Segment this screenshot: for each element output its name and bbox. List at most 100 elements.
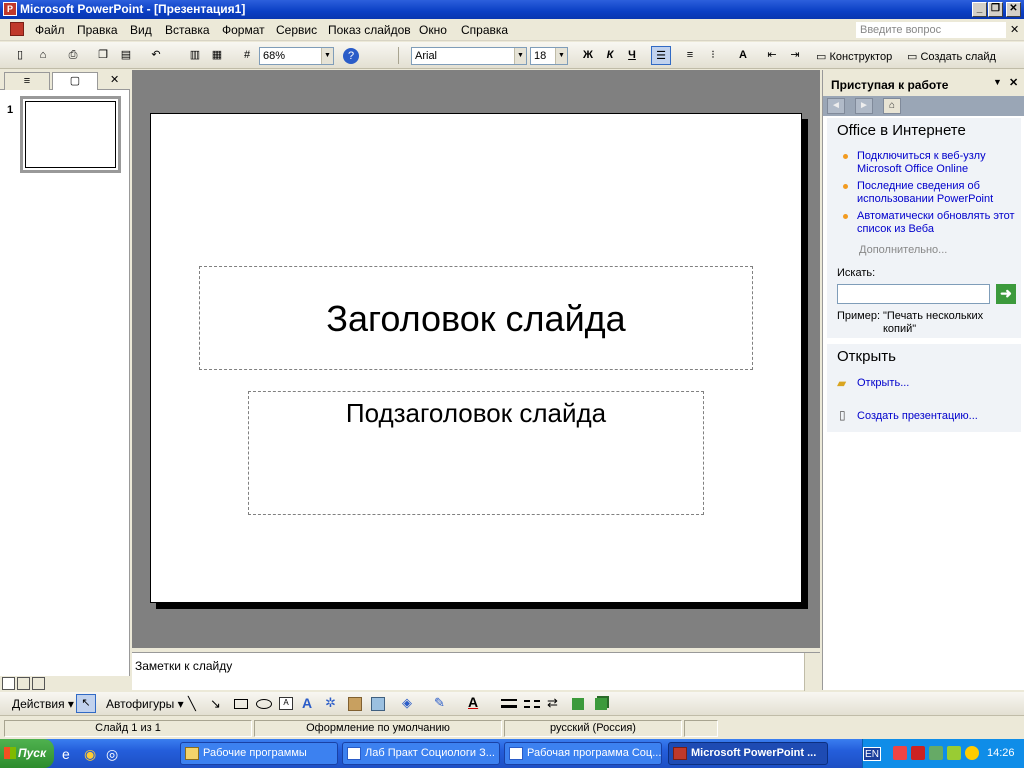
new-slide-button[interactable]: ▭ Создать слайд xyxy=(907,50,996,63)
insert-chart-icon[interactable]: ▥ xyxy=(185,46,205,65)
underline-button[interactable]: Ч xyxy=(622,46,642,65)
menu-tools[interactable]: Сервис xyxy=(276,23,317,37)
font-select[interactable]: Arial ▼ xyxy=(411,47,527,65)
diagram-icon[interactable]: ✲ xyxy=(325,695,336,711)
actions-menu[interactable]: Действия ▾ xyxy=(12,697,74,711)
new-icon[interactable]: ▯ xyxy=(10,46,30,65)
menu-help[interactable]: Справка xyxy=(461,23,508,37)
wordart-icon[interactable]: A xyxy=(302,695,312,711)
language-indicator[interactable]: EN xyxy=(863,747,881,761)
numbered-list-icon[interactable]: ≡ xyxy=(680,46,700,65)
task-word-1[interactable]: Лаб Практ Социологи З... xyxy=(342,742,500,765)
paste-icon[interactable]: ▤ xyxy=(116,46,136,65)
oval-icon[interactable] xyxy=(256,699,272,709)
home-icon[interactable]: ⌂ xyxy=(883,98,901,114)
tab-outline[interactable]: ≡ xyxy=(4,72,50,90)
line-color-icon[interactable]: ✎ xyxy=(434,695,445,711)
fill-color-icon[interactable]: ◈ xyxy=(402,695,412,711)
notes-pane[interactable]: Заметки к слайду xyxy=(132,652,820,691)
close-icon[interactable]: ✕ xyxy=(1009,76,1018,89)
bulleted-list-icon[interactable]: ⁝ xyxy=(703,46,723,65)
ie-icon[interactable]: e xyxy=(62,746,70,762)
textbox-icon[interactable]: A xyxy=(279,697,293,710)
back-icon[interactable]: ◄ xyxy=(827,98,845,114)
create-presentation-link[interactable]: Создать презентацию... xyxy=(857,410,1017,423)
insert-table-icon[interactable]: ▦ xyxy=(207,46,227,65)
increase-indent-icon[interactable]: ⇥ xyxy=(785,46,805,65)
menu-insert[interactable]: Вставка xyxy=(165,23,210,37)
pane-close-icon[interactable]: ✕ xyxy=(110,73,119,86)
menu-window[interactable]: Окно xyxy=(419,23,447,37)
chevron-down-icon[interactable]: ▼ xyxy=(993,77,1002,87)
close-button[interactable]: ✕ xyxy=(1006,2,1021,17)
subtitle-placeholder[interactable]: Подзаголовок слайда xyxy=(248,391,704,515)
start-button[interactable]: Пуск xyxy=(0,739,54,768)
link-powerpoint-news[interactable]: Последние сведения об использовании Powe… xyxy=(857,180,1017,206)
undo-icon[interactable]: ↶ xyxy=(146,46,166,65)
menu-edit[interactable]: Правка xyxy=(77,23,118,37)
increase-font-icon[interactable]: A xyxy=(733,46,753,65)
open-link[interactable]: Открыть... xyxy=(857,377,1017,390)
tray-utility-icon[interactable] xyxy=(947,746,961,760)
menu-view[interactable]: Вид xyxy=(130,23,152,37)
tab-slides[interactable]: ▢ xyxy=(52,72,98,90)
decrease-indent-icon[interactable]: ⇤ xyxy=(762,46,782,65)
chevron-down-icon[interactable]: ▼ xyxy=(514,48,526,64)
restore-button[interactable]: ❐ xyxy=(988,2,1003,17)
document-close-icon[interactable]: ✕ xyxy=(1010,23,1019,36)
help-search-input[interactable]: Введите вопрос xyxy=(856,22,1006,38)
open-icon[interactable]: ⌂ xyxy=(33,46,53,65)
antivirus-icon[interactable] xyxy=(911,746,925,760)
zoom-select[interactable]: 68% ▼ xyxy=(259,47,334,65)
title-placeholder[interactable]: Заголовок слайда xyxy=(199,266,753,370)
line-icon[interactable]: ╲ xyxy=(188,696,196,712)
autoshapes-menu[interactable]: Автофигуры ▾ xyxy=(106,697,184,711)
line-style-icon[interactable] xyxy=(501,699,517,708)
menu-file[interactable]: Файл xyxy=(35,23,65,37)
quicklaunch-icon[interactable]: ◎ xyxy=(106,746,118,763)
align-left-icon[interactable]: ☰ xyxy=(651,46,671,65)
menu-slideshow[interactable]: Показ слайдов xyxy=(328,23,411,37)
tray-network-icon[interactable] xyxy=(929,746,943,760)
link-auto-update[interactable]: Автоматически обновлять этот список из В… xyxy=(857,210,1017,236)
slideshow-view-icon[interactable] xyxy=(32,677,45,690)
notes-scrollbar[interactable] xyxy=(804,653,820,691)
font-color-icon[interactable]: A xyxy=(468,694,478,710)
powerpoint-app-icon[interactable]: P xyxy=(3,2,17,16)
print-icon[interactable]: ⎙ xyxy=(63,46,83,65)
minimize-button[interactable]: _ xyxy=(972,2,987,17)
arrow-icon[interactable]: ↘ xyxy=(210,696,221,712)
clipart-icon[interactable] xyxy=(348,697,362,711)
chevron-down-icon[interactable]: ▼ xyxy=(555,48,567,64)
search-go-icon[interactable]: ➜ xyxy=(996,284,1016,304)
insert-picture-icon[interactable] xyxy=(371,697,385,711)
shadow-style-icon[interactable] xyxy=(572,698,584,710)
tray-app-icon[interactable] xyxy=(893,746,907,760)
forward-icon[interactable]: ► xyxy=(855,98,873,114)
arrow-style-icon[interactable]: ⇄ xyxy=(547,695,558,711)
normal-view-icon[interactable] xyxy=(2,677,15,690)
slide-canvas[interactable]: Заголовок слайда Подзаголовок слайда xyxy=(150,113,802,603)
italic-button[interactable]: К xyxy=(600,46,620,65)
designer-button[interactable]: ▭ Конструктор xyxy=(816,50,892,63)
task-powerpoint[interactable]: Microsoft PowerPoint ... xyxy=(668,742,828,765)
tray-volume-icon[interactable] xyxy=(965,746,979,760)
grid-icon[interactable]: # xyxy=(237,46,257,65)
3d-style-icon[interactable] xyxy=(595,698,607,710)
chevron-down-icon[interactable]: ▼ xyxy=(321,48,333,64)
rectangle-icon[interactable] xyxy=(234,699,248,709)
bold-button[interactable]: Ж xyxy=(578,46,598,65)
font-size-select[interactable]: 18 ▼ xyxy=(530,47,568,65)
browser-icon[interactable]: ◉ xyxy=(84,746,96,763)
select-pointer-icon[interactable]: ↖ xyxy=(76,694,96,713)
task-folder[interactable]: Рабочие программы xyxy=(180,742,338,765)
sorter-view-icon[interactable] xyxy=(17,677,30,690)
more-link[interactable]: Дополнительно... xyxy=(859,244,947,256)
search-input[interactable] xyxy=(837,284,990,304)
dash-style-icon[interactable] xyxy=(524,700,540,708)
link-office-online[interactable]: Подключиться к веб-узлу Microsoft Office… xyxy=(857,150,1017,176)
slide-thumbnail[interactable] xyxy=(20,96,121,173)
menu-format[interactable]: Формат xyxy=(222,23,265,37)
copy-icon[interactable]: ❐ xyxy=(93,46,113,65)
task-word-2[interactable]: Рабочая программа Соц... xyxy=(504,742,662,765)
